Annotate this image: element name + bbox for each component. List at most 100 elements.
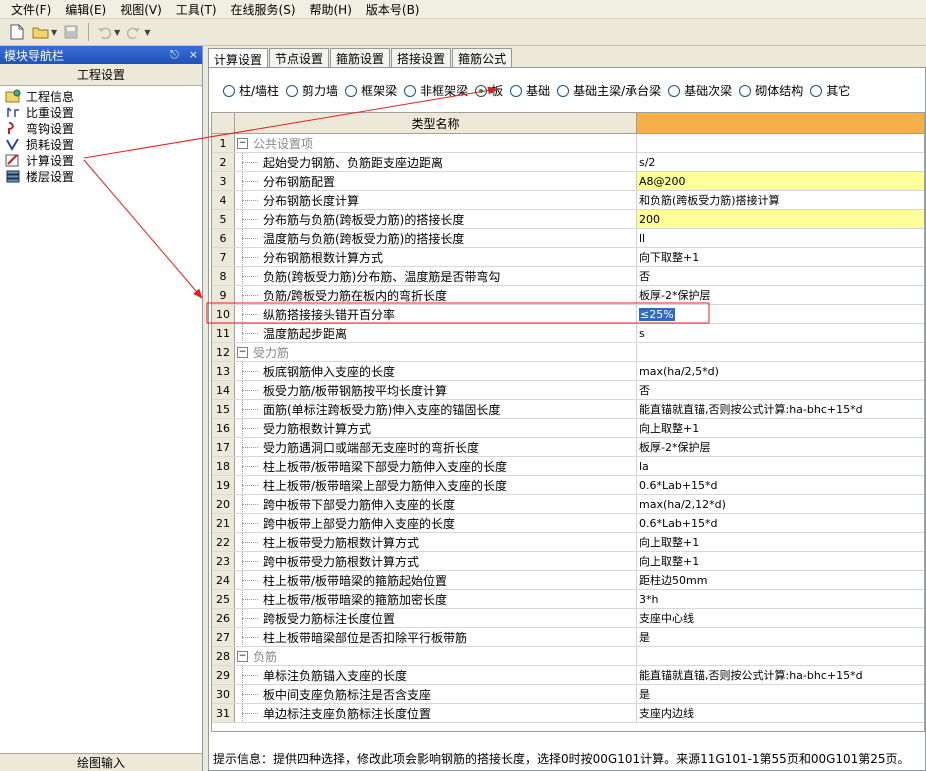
table-row[interactable]: 20 跨中板带下部受力筋伸入支座的长度 max(ha/2,12*d) (212, 495, 924, 514)
table-row[interactable]: 9 负筋/跨板受力筋在板内的弯折长度 板厚-2*保护层 (212, 286, 924, 305)
redo-icon[interactable] (123, 21, 145, 43)
radio-option-6[interactable]: 基础主梁/承台梁 (557, 82, 661, 99)
table-row[interactable]: 18 柱上板带/板带暗梁下部受力筋伸入支座的长度 la (212, 457, 924, 476)
radio-button[interactable] (404, 84, 417, 97)
radio-button[interactable] (510, 84, 523, 97)
open-dropdown-icon[interactable]: ▼ (51, 28, 57, 37)
row-value-cell[interactable]: 0.6*Lab+15*d (637, 476, 924, 494)
row-value-cell[interactable]: ≤25% (637, 305, 924, 323)
table-row[interactable]: 6 温度筋与负筋(跨板受力筋)的搭接长度 ll (212, 229, 924, 248)
table-row[interactable]: 5 分布筋与负筋(跨板受力筋)的搭接长度 200 (212, 210, 924, 229)
radio-button[interactable] (223, 84, 235, 97)
tab-1[interactable]: 节点设置 (269, 48, 330, 68)
table-row[interactable]: 7 分布钢筋根数计算方式 向下取整+1 (212, 248, 924, 267)
radio-button[interactable] (557, 84, 570, 97)
nav-item-2[interactable]: 弯钩设置 (4, 120, 202, 136)
table-row[interactable]: 29 单标注负筋锚入支座的长度 能直锚就直锚,否则按公式计算:ha-bhc+15*d (212, 666, 924, 685)
row-value-cell[interactable]: 向上取整+1 (637, 533, 924, 551)
nav-item-5[interactable]: 楼层设置 (4, 168, 202, 184)
row-value-cell[interactable]: 和负筋(跨板受力筋)搭接计算 (637, 191, 924, 209)
row-value-cell[interactable]: 否 (637, 267, 924, 285)
radio-option-1[interactable]: 剪力墙 (286, 82, 338, 99)
table-row[interactable]: 12− 受力筋 (212, 343, 924, 362)
table-row[interactable]: 28− 负筋 (212, 647, 924, 666)
row-value-cell[interactable]: 否 (637, 381, 924, 399)
table-row[interactable]: 24 柱上板带/板带暗梁的箍筋起始位置 距柱边50mm (212, 571, 924, 590)
table-row[interactable]: 1− 公共设置项 (212, 134, 924, 153)
row-value-cell[interactable]: 距柱边50mm (637, 571, 924, 589)
radio-button[interactable] (286, 84, 299, 97)
collapse-icon[interactable]: − (237, 137, 248, 149)
menu-item-0[interactable]: 文件(F) (4, 1, 58, 18)
table-row[interactable]: 4 分布钢筋长度计算 和负筋(跨板受力筋)搭接计算 (212, 191, 924, 210)
row-value-cell[interactable]: 向上取整+1 (637, 419, 924, 437)
row-value-cell[interactable]: 是 (637, 685, 924, 703)
radio-option-3[interactable]: 非框架梁 (404, 82, 468, 99)
row-value-cell[interactable]: s/2 (637, 153, 924, 171)
tab-2[interactable]: 箍筋设置 (330, 48, 391, 68)
radio-button[interactable] (475, 84, 488, 97)
table-row[interactable]: 19 柱上板带/板带暗梁上部受力筋伸入支座的长度 0.6*Lab+15*d (212, 476, 924, 495)
radio-option-7[interactable]: 基础次梁 (668, 82, 732, 99)
table-row[interactable]: 8 负筋(跨板受力筋)分布筋、温度筋是否带弯勾 否 (212, 267, 924, 286)
radio-option-9[interactable]: 其它 (810, 82, 850, 99)
tab-0[interactable]: 计算设置 (208, 48, 269, 69)
radio-button[interactable] (668, 84, 681, 97)
menu-item-6[interactable]: 版本号(B) (359, 1, 427, 18)
radio-option-2[interactable]: 框架梁 (345, 82, 397, 99)
menu-item-2[interactable]: 视图(V) (113, 1, 169, 18)
row-value-cell[interactable]: 向下取整+1 (637, 248, 924, 266)
table-row[interactable]: 22 柱上板带受力筋根数计算方式 向上取整+1 (212, 533, 924, 552)
radio-option-4[interactable]: 板 (475, 82, 503, 99)
menu-item-4[interactable]: 在线服务(S) (224, 1, 303, 18)
radio-button[interactable] (810, 84, 823, 97)
radio-button[interactable] (345, 84, 358, 97)
radio-button[interactable] (739, 84, 752, 97)
row-value-cell[interactable]: ll (637, 229, 924, 247)
tab-3[interactable]: 搭接设置 (391, 48, 452, 68)
table-row[interactable]: 16 受力筋根数计算方式 向上取整+1 (212, 419, 924, 438)
row-value-cell[interactable]: 向上取整+1 (637, 552, 924, 570)
pin-icon[interactable]: ⎋ (170, 48, 179, 62)
table-row[interactable]: 13 板底钢筋伸入支座的长度 max(ha/2,5*d) (212, 362, 924, 381)
menu-item-3[interactable]: 工具(T) (169, 1, 224, 18)
undo-icon[interactable] (93, 21, 115, 43)
nav-footer-drawing-input[interactable]: 绘图输入 (0, 753, 202, 771)
table-row[interactable]: 25 柱上板带/板带暗梁的箍筋加密长度 3*h (212, 590, 924, 609)
row-value-cell[interactable]: s (637, 324, 924, 342)
table-row[interactable]: 21 跨中板带上部受力筋伸入支座的长度 0.6*Lab+15*d (212, 514, 924, 533)
table-row[interactable]: 11 温度筋起步距离 s (212, 324, 924, 343)
table-row[interactable]: 10 纵筋搭接接头错开百分率 ≤25% (212, 305, 924, 324)
table-row[interactable]: 15 面筋(单标注跨板受力筋)伸入支座的锚固长度 能直锚就直锚,否则按公式计算:ha… (212, 400, 924, 419)
nav-item-0[interactable]: 工程信息 (4, 88, 202, 104)
menu-item-1[interactable]: 编辑(E) (58, 1, 113, 18)
table-row[interactable]: 14 板受力筋/板带钢筋按平均长度计算 否 (212, 381, 924, 400)
table-row[interactable]: 31 单边标注支座负筋标注长度位置 支座内边线 (212, 704, 924, 723)
row-value-cell[interactable]: 支座中心线 (637, 609, 924, 627)
new-file-icon[interactable] (6, 21, 28, 43)
tab-4[interactable]: 箍筋公式 (452, 48, 513, 68)
nav-item-1[interactable]: 比重设置 (4, 104, 202, 120)
radio-option-8[interactable]: 砌体结构 (739, 82, 803, 99)
row-value-cell[interactable]: max(ha/2,12*d) (637, 495, 924, 513)
save-icon[interactable] (60, 21, 82, 43)
close-icon[interactable]: × (189, 48, 198, 62)
collapse-icon[interactable]: − (237, 650, 248, 662)
row-value-cell[interactable]: A8@200 (637, 172, 924, 190)
nav-item-4[interactable]: 计算设置 (4, 152, 202, 168)
row-value-cell[interactable]: 支座内边线 (637, 704, 924, 722)
radio-option-5[interactable]: 基础 (510, 82, 550, 99)
row-value-cell[interactable]: 能直锚就直锚,否则按公式计算:ha-bhc+15*d (637, 666, 924, 684)
table-row[interactable]: 3 分布钢筋配置 A8@200 (212, 172, 924, 191)
nav-item-3[interactable]: 损耗设置 (4, 136, 202, 152)
table-row[interactable]: 27 柱上板带暗梁部位是否扣除平行板带筋 是 (212, 628, 924, 647)
table-row[interactable]: 2 起始受力钢筋、负筋距支座边距离 s/2 (212, 153, 924, 172)
row-value-cell[interactable]: 200 (637, 210, 924, 228)
table-row[interactable]: 26 跨板受力筋标注长度位置 支座中心线 (212, 609, 924, 628)
row-value-cell[interactable]: 能直锚就直锚,否则按公式计算:ha-bhc+15*d (637, 400, 924, 418)
row-value-cell[interactable]: 板厚-2*保护层 (637, 438, 924, 456)
row-value-cell[interactable]: 板厚-2*保护层 (637, 286, 924, 304)
row-value-cell[interactable]: 是 (637, 628, 924, 646)
open-folder-icon[interactable] (30, 21, 52, 43)
table-row[interactable]: 30 板中间支座负筋标注是否含支座 是 (212, 685, 924, 704)
